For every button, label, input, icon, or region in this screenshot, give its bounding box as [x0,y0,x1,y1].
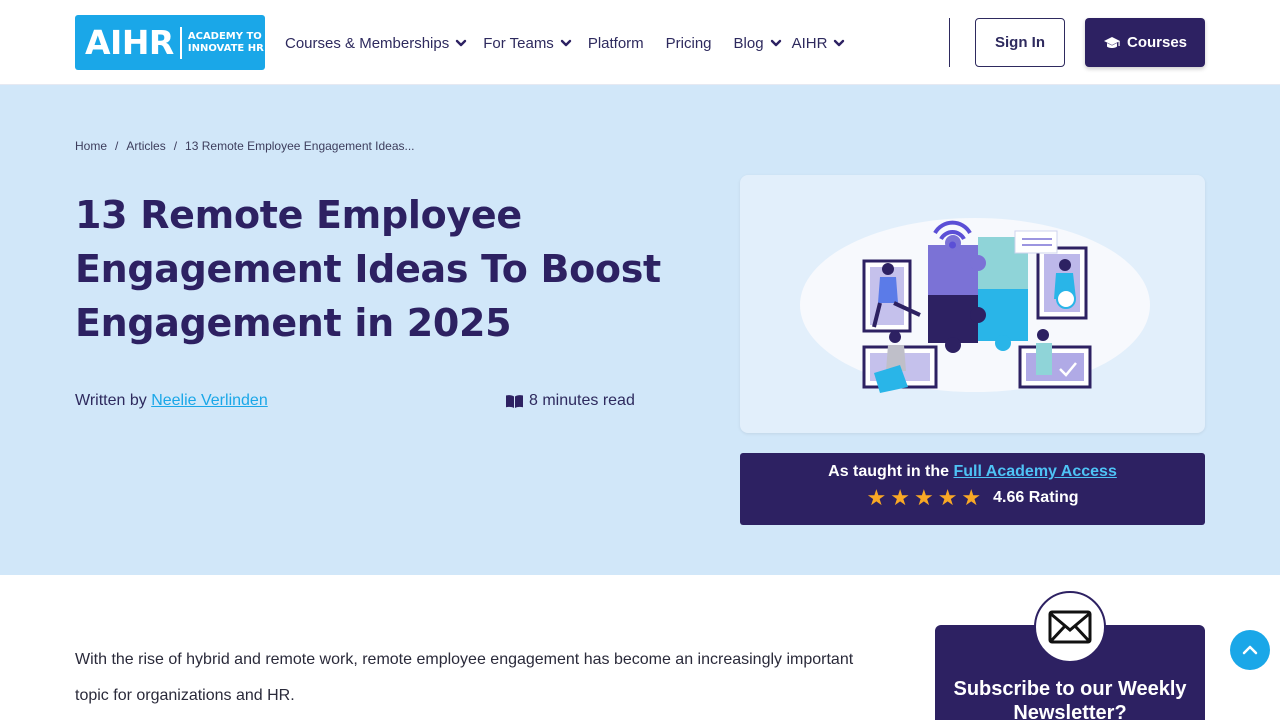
logo-tagline-line-2: INNOVATE HR [187,42,264,54]
nav-item-label: For Teams [483,34,554,52]
courses-button-label: Courses [1126,34,1188,51]
site-header: AIHR ACADEMY TO INNOVATE HR Courses & Me… [0,0,1280,85]
nav-item-courses-memberships[interactable]: Courses & Memberships [285,35,467,52]
breadcrumb-articles[interactable]: Articles [126,139,165,153]
newsletter-title: Subscribe to our Weekly Newsletter? [953,678,1187,720]
nav-item-platform[interactable]: Platform [588,35,644,52]
chevron-up-icon [1242,645,1258,655]
breadcrumb: Home / Articles / 13 Remote Employee Eng… [75,139,415,153]
nav-item-label: Pricing [665,34,712,52]
taught-line: As taught in the Full Academy Access [740,463,1205,481]
newsletter-card: Subscribe to our Weekly Newsletter? [935,591,1205,720]
rating-text: 4.66 Rating [993,489,1079,506]
author-link[interactable]: Neelie Verlinden [151,392,268,409]
star-icon: ★ [890,485,910,510]
rating: ★ ★ ★ ★ ★ 4.66 Rating [740,487,1205,509]
graduation-cap-icon [1103,36,1120,48]
logo-mark: AIHR [85,23,174,62]
chevron-down-icon [456,39,467,47]
chevron-down-icon [560,39,572,47]
article-intro: With the rise of hybrid and remote work,… [75,651,854,704]
breadcrumb-separator: / [173,139,178,153]
hero-section: Home / Articles / 13 Remote Employee Eng… [0,85,1280,575]
main-nav: Courses & Memberships For Teams Platform… [285,30,861,56]
taught-in-banner: As taught in the Full Academy Access ★ ★… [740,453,1205,525]
star-icon: ★ [961,485,982,510]
byline: Written by Neelie Verlinden [75,392,268,410]
nav-item-label: Courses & Memberships [285,34,450,52]
puzzle-team-illustration [800,218,1150,393]
star-icon: ★ [913,485,934,510]
chevron-down-icon [770,39,781,47]
nav-item-label: AIHR [791,34,828,52]
byline-prefix: Written by [75,392,147,409]
nav-item-label: Blog [733,34,764,52]
article-title: 13 Remote Employee Engagement Ideas To B… [75,193,661,345]
read-time-text: 8 minutes read [529,392,635,409]
star-icon: ★ [866,485,887,510]
taught-prefix: As taught in the [828,463,950,480]
sign-in-button[interactable]: Sign In [975,18,1065,67]
courses-button[interactable]: Courses [1085,18,1205,67]
logo-divider [179,26,182,59]
book-open-icon [506,394,523,408]
logo-tagline-line-1: ACADEMY TO [187,30,262,42]
nav-item-for-teams[interactable]: For Teams [483,35,572,52]
nav-item-label: Platform [587,34,644,52]
logo-tagline: ACADEMY TO INNOVATE HR [188,31,264,55]
full-academy-access-link[interactable]: Full Academy Access [954,463,1117,480]
nav-item-pricing[interactable]: Pricing [666,35,712,52]
chevron-down-icon [834,39,845,47]
nav-item-blog[interactable]: Blog [734,35,782,52]
breadcrumb-separator: / [115,139,119,153]
article-illustration [740,175,1205,433]
envelope-icon [1034,591,1106,663]
read-time: 8 minutes read [505,392,635,410]
aihr-logo[interactable]: AIHR ACADEMY TO INNOVATE HR [75,15,265,70]
scroll-to-top-button[interactable] [1230,630,1270,670]
star-icon: ★ [937,485,958,510]
nav-divider [949,18,950,67]
breadcrumb-home[interactable]: Home [75,139,107,153]
breadcrumb-current: 13 Remote Employee Engagement Ideas... [185,139,415,153]
nav-item-aihr[interactable]: AIHR [792,35,846,52]
